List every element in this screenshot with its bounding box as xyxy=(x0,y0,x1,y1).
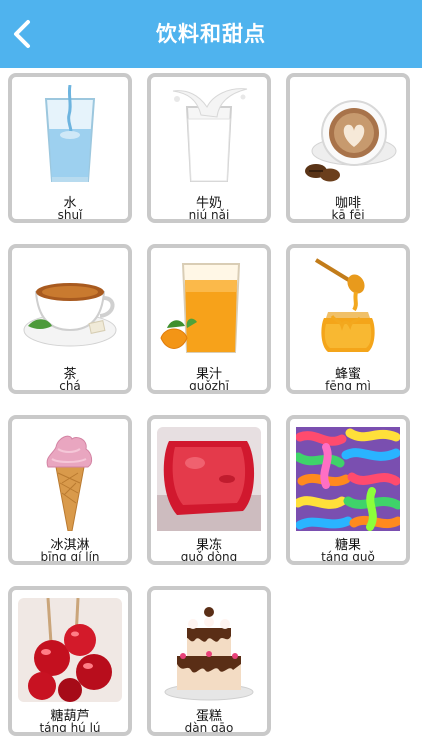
top-bar: 饮料和甜点 xyxy=(0,0,422,68)
card-cake[interactable]: 蛋糕 dàn gāo xyxy=(147,586,271,736)
water-glass-icon xyxy=(18,85,122,189)
juice-glass-icon xyxy=(157,256,261,360)
card-milk[interactable]: 牛奶 niú nǎi xyxy=(147,73,271,223)
card-icecream[interactable]: 冰淇淋 bīng qí lín xyxy=(8,415,132,565)
honey-jar-icon xyxy=(296,256,400,360)
item-pinyin: guǒ dòng xyxy=(180,550,238,564)
card-juice[interactable]: 果汁 guǒzhī xyxy=(147,244,271,394)
milk-glass-icon xyxy=(157,85,261,189)
item-pinyin: chá xyxy=(59,379,81,393)
card-candied-haws[interactable]: 糖葫芦 táng hú lú xyxy=(8,586,132,736)
card-water[interactable]: 水 shuǐ xyxy=(8,73,132,223)
card-coffee[interactable]: 咖啡 kā fēi xyxy=(286,73,410,223)
item-pinyin: kā fēi xyxy=(331,208,365,222)
page-title: 饮料和甜点 xyxy=(156,22,266,46)
tea-cup-icon xyxy=(18,256,122,360)
item-pinyin: niú nǎi xyxy=(188,208,230,222)
card-candy[interactable]: 糖果 táng guǒ xyxy=(286,415,410,565)
item-pinyin: bīng qí lín xyxy=(40,550,100,564)
card-jelly[interactable]: 果冻 guǒ dòng xyxy=(147,415,271,565)
item-pinyin: guǒzhī xyxy=(189,379,229,393)
item-pinyin: táng guǒ xyxy=(321,550,375,564)
jelly-icon xyxy=(157,427,261,531)
item-pinyin: dàn gāo xyxy=(184,721,234,735)
candied-haws-icon xyxy=(18,598,122,702)
ice-cream-icon xyxy=(18,427,122,531)
card-tea[interactable]: 茶 chá xyxy=(8,244,132,394)
item-pinyin: fēng mì xyxy=(325,379,371,393)
item-pinyin: shuǐ xyxy=(57,208,83,222)
item-pinyin: táng hú lú xyxy=(39,721,101,735)
cake-icon xyxy=(157,598,261,702)
card-honey[interactable]: 蜂蜜 fēng mì xyxy=(286,244,410,394)
coffee-cup-icon xyxy=(296,85,400,189)
candy-icon xyxy=(296,427,400,531)
